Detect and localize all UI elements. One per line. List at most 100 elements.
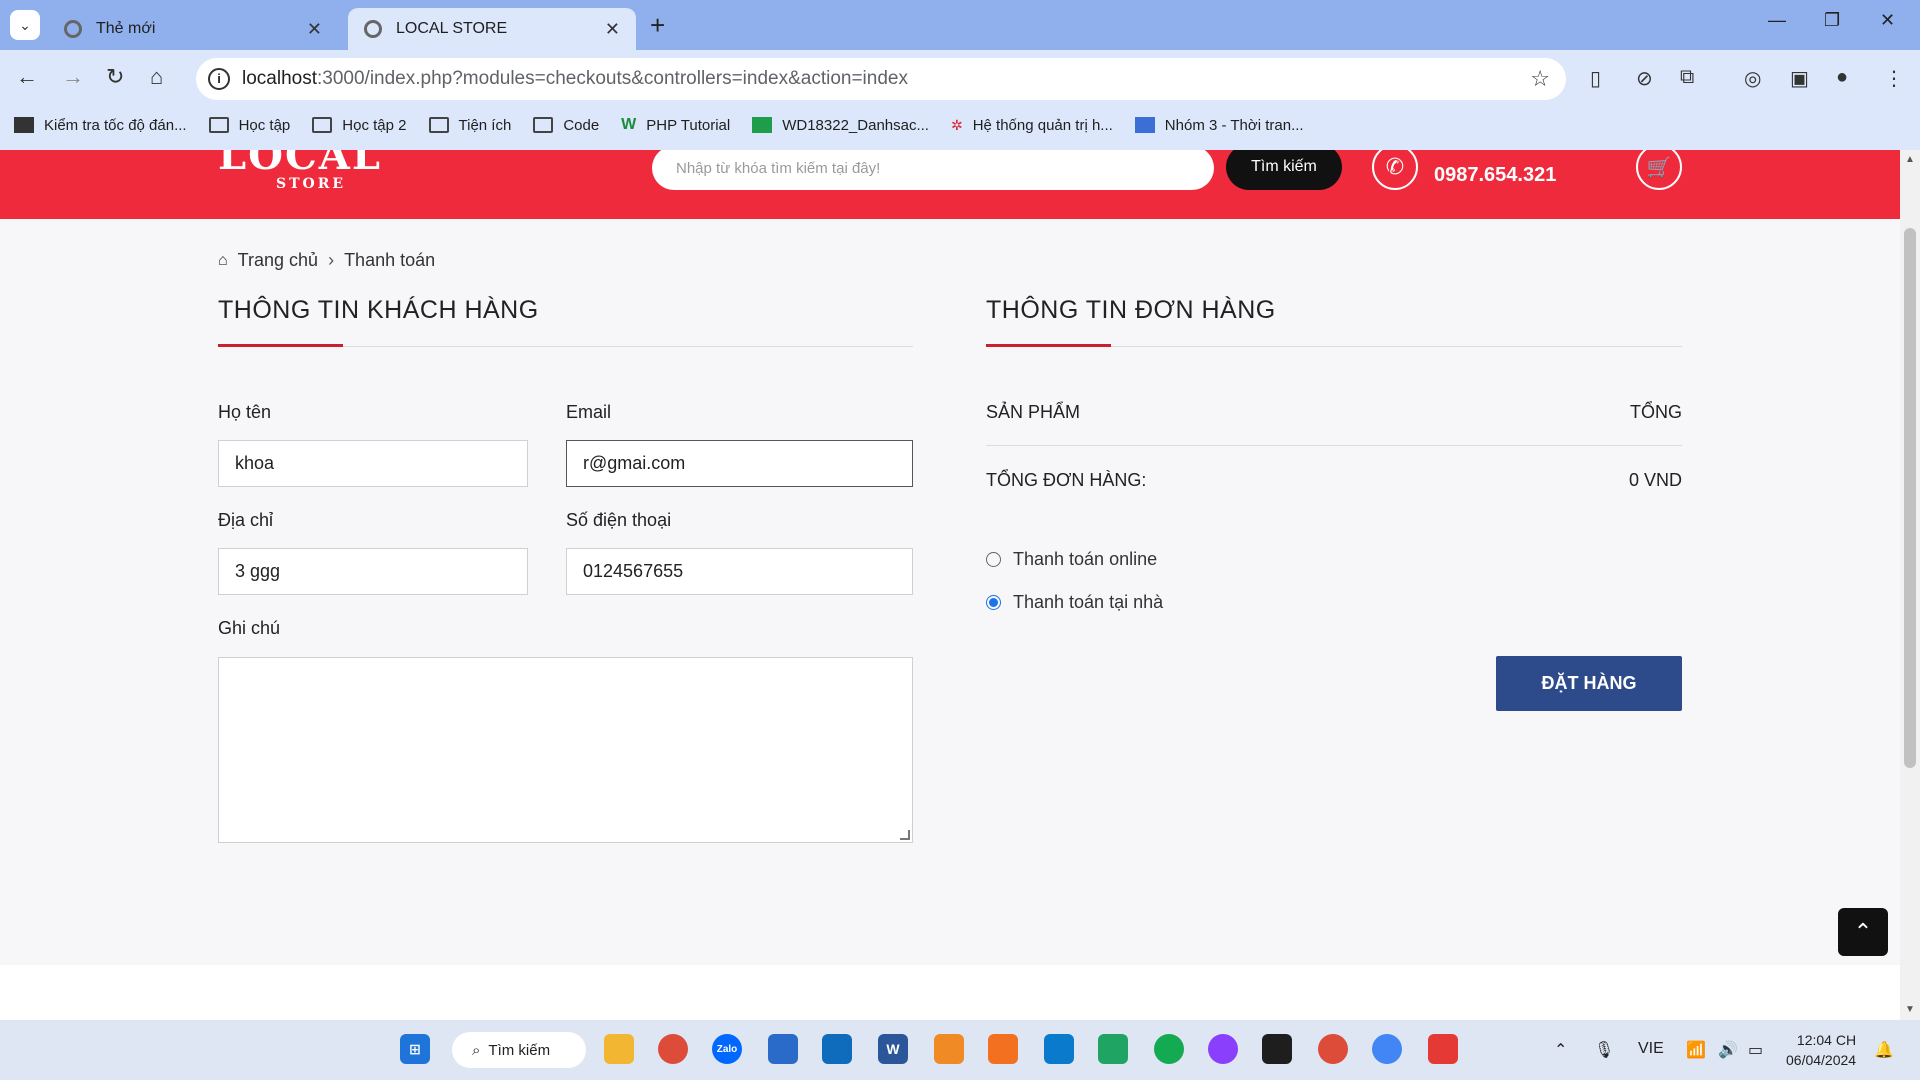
- figma-icon[interactable]: [1262, 1034, 1292, 1064]
- messenger-icon[interactable]: [1208, 1034, 1238, 1064]
- site-logo[interactable]: LOCAL STORE: [218, 150, 382, 192]
- close-icon[interactable]: ✕: [307, 19, 322, 40]
- performance-icon[interactable]: ◎: [1744, 66, 1761, 91]
- outlook-icon[interactable]: [822, 1034, 852, 1064]
- extension-icon[interactable]: ⊘: [1636, 66, 1653, 91]
- search-button[interactable]: Tìm kiếm: [1226, 150, 1342, 190]
- breadcrumb-home[interactable]: Trang chủ: [238, 250, 318, 271]
- extension-icon[interactable]: ▯: [1590, 66, 1601, 91]
- phone-field[interactable]: 0124567655: [566, 548, 913, 595]
- site-header: LOCAL STORE Nhập từ khóa tìm kiếm tại đâ…: [0, 150, 1900, 219]
- scroll-up-arrow-icon[interactable]: ▲: [1905, 154, 1915, 165]
- tab-title: Thẻ mới: [96, 20, 156, 37]
- reload-icon[interactable]: ↻: [106, 64, 124, 90]
- close-window-button[interactable]: ✕: [1880, 10, 1895, 31]
- vscode-icon[interactable]: [1044, 1034, 1074, 1064]
- chrome-profile-icon[interactable]: [1318, 1034, 1348, 1064]
- bookmark-item[interactable]: W PHP Tutorial: [621, 116, 730, 134]
- scroll-down-arrow-icon[interactable]: ▼: [1905, 1004, 1915, 1015]
- bookmark-folder[interactable]: Code: [533, 117, 599, 134]
- windows-start-icon[interactable]: ⊞: [400, 1034, 430, 1064]
- home-icon[interactable]: ⌂: [150, 64, 163, 90]
- word-icon[interactable]: W: [878, 1034, 908, 1064]
- bookmark-star-icon[interactable]: ☆: [1530, 66, 1550, 92]
- forward-arrow-icon[interactable]: →: [62, 64, 84, 90]
- chevron-up-icon[interactable]: ⌃: [1554, 1040, 1567, 1060]
- title-accent: [986, 344, 1111, 347]
- name-label: Họ tên: [218, 402, 272, 422]
- order-total-row: TỔNG ĐƠN HÀNG: 0 VND: [986, 470, 1682, 491]
- hotline-number: 0987.654.321: [1434, 164, 1557, 186]
- menu-kebab-icon[interactable]: ⋮: [1884, 66, 1904, 91]
- search-input[interactable]: Nhập từ khóa tìm kiếm tại đây!: [652, 150, 1214, 190]
- volume-icon[interactable]: 🔊: [1718, 1040, 1738, 1060]
- bookmark-folder[interactable]: Học tập 2: [312, 117, 407, 134]
- place-order-button[interactable]: ĐẶT HÀNG: [1496, 656, 1682, 711]
- phone-label: Số điện thoại: [566, 510, 672, 530]
- side-panel-icon[interactable]: ▣: [1790, 66, 1809, 91]
- scrollbar-thumb[interactable]: [1904, 228, 1916, 768]
- recorder-icon[interactable]: [1428, 1034, 1458, 1064]
- note-textarea[interactable]: [218, 657, 913, 843]
- payment-online-label: Thanh toán online: [1013, 549, 1158, 569]
- tab-new-tab[interactable]: Thẻ mới ✕: [48, 8, 338, 50]
- back-to-top-button[interactable]: ⌃: [1838, 908, 1888, 956]
- notification-bell-icon[interactable]: 🔔: [1874, 1040, 1894, 1060]
- battery-icon[interactable]: ▭: [1748, 1040, 1763, 1060]
- customer-section-title: THÔNG TIN KHÁCH HÀNG: [218, 296, 539, 324]
- email-field[interactable]: r@gmai.com: [566, 440, 913, 487]
- bookmark-item[interactable]: Kiểm tra tốc độ đán...: [14, 117, 187, 134]
- close-icon[interactable]: ✕: [605, 19, 620, 40]
- payment-home-option[interactable]: Thanh toán tại nhà: [986, 592, 1163, 613]
- tab-search-button[interactable]: ⌄: [10, 10, 40, 40]
- chrome-active-icon[interactable]: [1372, 1034, 1402, 1064]
- bookmark-item[interactable]: Nhóm 3 - Thời tran...: [1134, 117, 1304, 134]
- taskbar-search[interactable]: ⌕ Tìm kiếm: [452, 1032, 586, 1068]
- back-arrow-icon[interactable]: ←: [16, 64, 38, 90]
- system-clock[interactable]: 12:04 CH 06/04/2024: [1786, 1030, 1856, 1070]
- search-icon: ⌕: [472, 1041, 481, 1059]
- vs-icon[interactable]: [1098, 1034, 1128, 1064]
- url-host: localhost: [242, 68, 317, 89]
- site-info-icon[interactable]: i: [208, 68, 230, 90]
- order-section-title: THÔNG TIN ĐƠN HÀNG: [986, 296, 1276, 324]
- new-tab-button[interactable]: +: [650, 10, 665, 41]
- tab-local-store[interactable]: LOCAL STORE ✕: [348, 8, 636, 50]
- wifi-icon[interactable]: 📶: [1686, 1040, 1706, 1060]
- cart-icon[interactable]: 🛒: [1636, 150, 1682, 190]
- mongodb-icon[interactable]: [1154, 1034, 1184, 1064]
- footer-area: [0, 965, 1900, 1020]
- radio-button-selected[interactable]: [986, 595, 1001, 610]
- order-header-row: SẢN PHẨM TỔNG: [986, 402, 1682, 423]
- name-field[interactable]: khoa: [218, 440, 528, 487]
- bookmark-folder[interactable]: Học tập: [208, 117, 290, 134]
- language-indicator[interactable]: VIE: [1638, 1040, 1664, 1058]
- clock-time: 12:04 CH: [1796, 1032, 1857, 1048]
- profile-avatar[interactable]: ●: [1836, 66, 1848, 89]
- address-bar[interactable]: i localhost:3000/index.php?modules=check…: [196, 58, 1566, 100]
- microphone-icon[interactable]: 🎙: [1594, 1040, 1614, 1060]
- sheets-icon: [752, 117, 773, 133]
- radio-button[interactable]: [986, 552, 1001, 567]
- minimize-button[interactable]: —: [1768, 10, 1786, 31]
- resize-handle-icon[interactable]: [900, 830, 910, 840]
- chrome-icon[interactable]: [658, 1034, 688, 1064]
- restore-button[interactable]: ❐: [1824, 10, 1840, 31]
- order-total-label: TỔNG ĐƠN HÀNG:: [986, 470, 1147, 490]
- xampp-icon[interactable]: [988, 1034, 1018, 1064]
- extensions-puzzle-icon[interactable]: ⧉: [1680, 66, 1694, 89]
- store-icon[interactable]: [768, 1034, 798, 1064]
- tab-title: LOCAL STORE: [396, 20, 508, 37]
- pdf-icon[interactable]: [934, 1034, 964, 1064]
- zalo-icon[interactable]: Zalo: [712, 1034, 742, 1064]
- fpt-icon: ✲: [950, 116, 963, 133]
- folder-icon: [208, 117, 229, 133]
- divider: [986, 445, 1682, 446]
- note-label: Ghi chú: [218, 618, 281, 638]
- bookmark-folder[interactable]: Tiện ích: [428, 117, 511, 134]
- bookmark-item[interactable]: ✲ Hệ thống quản trị h...: [951, 117, 1113, 134]
- address-field[interactable]: 3 ggg: [218, 548, 528, 595]
- file-explorer-icon[interactable]: [604, 1034, 634, 1064]
- payment-online-option[interactable]: Thanh toán online: [986, 549, 1157, 570]
- bookmark-item[interactable]: WD18322_Danhsac...: [752, 117, 929, 134]
